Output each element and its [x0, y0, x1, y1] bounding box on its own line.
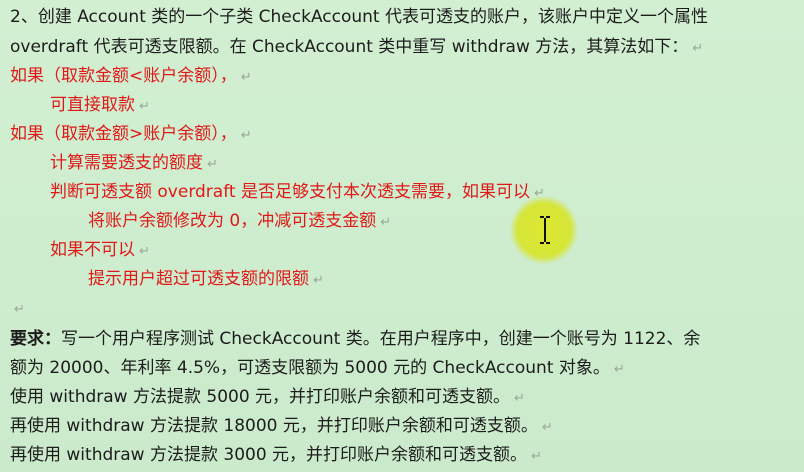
- paragraph-mark-icon: ↵: [541, 420, 553, 435]
- paragraph-mark-icon: ↵: [240, 70, 252, 85]
- paragraph-mark-icon: ↵: [531, 449, 542, 464]
- code-line: 可直接取款 ↵: [50, 95, 150, 115]
- paragraph-mark-icon: ↵: [207, 157, 218, 172]
- paragraph-mark-icon: ↵: [380, 215, 392, 230]
- paragraph-mark-icon: ↵: [514, 391, 525, 406]
- text-cursor-icon: [540, 216, 550, 244]
- code-line: 如果不可以 ↵: [50, 240, 150, 260]
- text-line: 使用 withdraw 方法提款 5000 元，并打印账户余额和可透支额。 ↵: [10, 387, 525, 407]
- paragraph-mark-icon: ↵: [692, 41, 704, 56]
- text-line: 再使用 withdraw 方法提款 3000 元，并打印账户余额和可透支额。 ↵: [10, 445, 542, 465]
- code-line: 判断可透支额 overdraft 是否足够支付本次透支需要，如果可以 ↵: [50, 182, 545, 202]
- document-page: 2、创建 Account 类的一个子类 CheckAccount 代表可透支的账…: [0, 0, 804, 472]
- requirement-label: 要求：: [10, 329, 61, 349]
- paragraph-mark-icon: ↵: [313, 273, 324, 288]
- text-line: 额为 20000、年利率 4.5%，可透支限额为 5000 元的 CheckAc…: [10, 358, 625, 378]
- code-line: 提示用户超过可透支额的限额 ↵: [88, 269, 324, 289]
- paragraph-mark-icon: ↵: [613, 362, 625, 377]
- text-line: 要求：写一个用户程序测试 CheckAccount 类。在用户程序中，创建一个账…: [10, 329, 701, 349]
- code-line: 如果（取款金额<账户余额）， ↵: [10, 66, 252, 86]
- paragraph-mark-icon: ↵: [14, 302, 25, 317]
- text-line: 2、创建 Account 类的一个子类 CheckAccount 代表可透支的账…: [10, 7, 709, 27]
- code-line: 计算需要透支的额度 ↵: [50, 153, 218, 173]
- text-line: 再使用 withdraw 方法提款 18000 元，并打印账户余额和可透支额。 ↵: [10, 416, 553, 436]
- text-line: overdraft 代表可透支限额。在 CheckAccount 类中重写 wi…: [10, 37, 704, 57]
- code-line: 如果（取款金额>账户余额）， ↵: [10, 124, 252, 144]
- empty-line: ↵: [10, 295, 25, 323]
- code-line: 将账户余额修改为 0，冲减可透支金额 ↵: [88, 211, 392, 231]
- paragraph-mark-icon: ↵: [240, 128, 252, 143]
- paragraph-mark-icon: ↵: [139, 99, 150, 114]
- paragraph-mark-icon: ↵: [139, 244, 150, 259]
